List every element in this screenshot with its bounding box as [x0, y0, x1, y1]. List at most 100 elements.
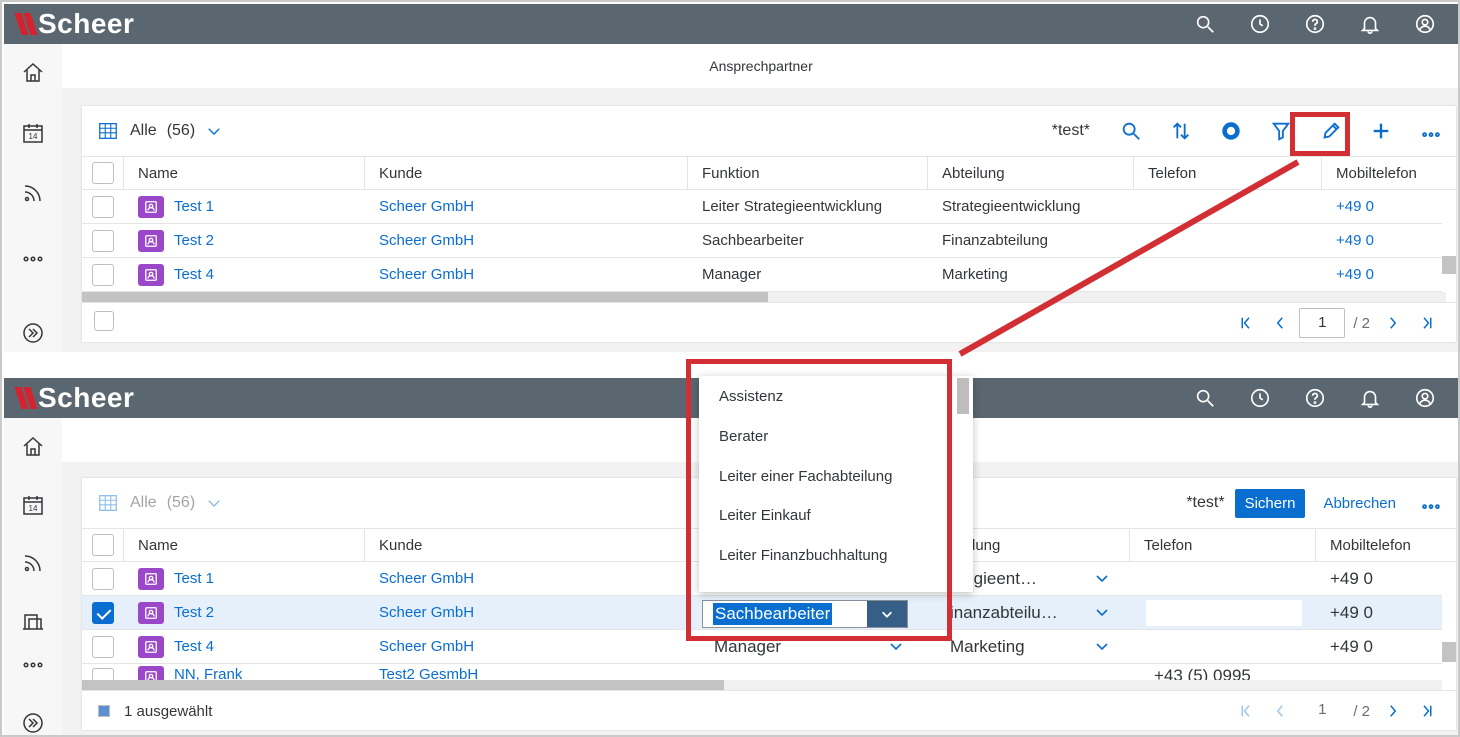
customer-link[interactable]: Scheer GmbH [379, 232, 474, 249]
mobile-link[interactable]: +49 0 [1336, 266, 1374, 283]
row-checkbox[interactable] [92, 229, 114, 252]
vertical-scrollbar[interactable] [1442, 190, 1456, 292]
row-checkbox[interactable] [92, 635, 114, 658]
next-page-button[interactable] [1378, 696, 1408, 726]
select-all-checkbox[interactable] [92, 534, 114, 556]
col-abteilung[interactable]: Abteilung [928, 157, 1134, 189]
chart-button[interactable] [1206, 106, 1256, 156]
chevron-down-icon[interactable] [1094, 604, 1110, 620]
contact-name-link[interactable]: Test 4 [174, 266, 214, 283]
contact-name-link[interactable]: Test 2 [174, 232, 214, 249]
user-icon[interactable] [1397, 378, 1452, 418]
customer-link[interactable]: Scheer GmbH [379, 638, 474, 655]
calendar-icon[interactable]: 14 [20, 492, 46, 518]
history-icon[interactable] [1232, 378, 1287, 418]
vertical-scroll-thumb[interactable] [1442, 642, 1456, 662]
first-page-button[interactable] [1231, 696, 1261, 726]
customer-link[interactable]: Scheer GmbH [379, 198, 474, 215]
row-checkbox[interactable] [92, 263, 114, 286]
bell-icon[interactable] [1342, 4, 1397, 44]
search-icon[interactable] [1177, 4, 1232, 44]
help-icon[interactable] [1287, 378, 1342, 418]
sort-button[interactable] [1156, 106, 1206, 156]
dropdown-option[interactable]: Leiter einer Fachabteilung [719, 468, 892, 485]
add-button[interactable] [1356, 106, 1406, 156]
cancel-button[interactable]: Abbrechen [1323, 495, 1396, 512]
row-checkbox[interactable] [92, 567, 114, 590]
col-kunde[interactable]: Kunde [365, 157, 688, 189]
home-icon[interactable] [20, 434, 46, 460]
contact-name-link[interactable]: Test 4 [174, 638, 214, 655]
last-page-button[interactable] [1412, 696, 1442, 726]
buildings-icon[interactable] [20, 608, 46, 634]
horizontal-scroll-thumb[interactable] [82, 292, 768, 302]
table-row[interactable]: Test 4 Scheer GmbH Manager Marketing +49… [82, 258, 1456, 292]
phone-input[interactable] [1146, 600, 1302, 626]
customer-link[interactable]: Scheer GmbH [379, 266, 474, 283]
col-name[interactable]: Name [124, 529, 365, 561]
edit-button[interactable] [1306, 106, 1356, 156]
horizontal-scrollbar[interactable] [82, 292, 1446, 302]
dropdown-option[interactable]: Berater [719, 428, 768, 445]
user-icon[interactable] [1397, 4, 1452, 44]
select-all-checkbox[interactable] [92, 162, 114, 184]
prev-page-button[interactable] [1265, 308, 1295, 338]
horizontal-scroll-thumb[interactable] [82, 680, 724, 690]
table-row[interactable]: Test 4 Scheer GmbH Manager Marketing +49… [82, 630, 1456, 664]
footer-select-checkbox[interactable] [94, 311, 114, 331]
col-name[interactable]: Name [124, 157, 365, 189]
contact-name-link[interactable]: NN, Frank [174, 666, 242, 680]
col-telefon[interactable]: Telefon [1130, 529, 1316, 561]
vertical-scroll-thumb[interactable] [1442, 256, 1456, 274]
last-page-button[interactable] [1412, 308, 1442, 338]
dropdown-option[interactable]: Leiter Finanzbuchhaltung [719, 547, 887, 564]
overflow-button[interactable] [1406, 106, 1456, 156]
contact-name-link[interactable]: Test 1 [174, 198, 214, 215]
contact-name-link[interactable]: Test 1 [174, 570, 214, 587]
dropdown-option[interactable]: Assistenz [719, 388, 783, 405]
table-row-selected[interactable]: Test 2 Scheer GmbH Sachbearbeiter inanza… [82, 596, 1456, 630]
customer-link[interactable]: Scheer GmbH [379, 604, 474, 621]
filter-button[interactable] [1256, 106, 1306, 156]
more-nav-icon[interactable] [20, 246, 46, 272]
search-button[interactable] [1106, 106, 1156, 156]
first-page-button[interactable] [1231, 308, 1261, 338]
expand-nav-icon[interactable] [20, 320, 46, 346]
chevron-down-icon[interactable] [1094, 638, 1110, 654]
footer-select-indicator[interactable] [98, 705, 110, 717]
col-telefon[interactable]: Telefon [1134, 157, 1322, 189]
horizontal-scrollbar[interactable] [82, 680, 1442, 690]
search-icon[interactable] [1177, 378, 1232, 418]
table-row[interactable]: Test 2 Scheer GmbH Sachbearbeiter Finanz… [82, 224, 1456, 258]
mobile-link[interactable]: +49 0 [1336, 198, 1374, 215]
dropdown-scroll-thumb[interactable] [957, 378, 969, 414]
feed-icon[interactable] [20, 550, 46, 576]
table-row[interactable]: Test 1 Scheer GmbH Leiter Strategieentwi… [82, 190, 1456, 224]
expand-nav-icon[interactable] [20, 710, 46, 735]
save-button[interactable]: Sichern [1234, 488, 1306, 518]
page-number-input[interactable]: 1 [1299, 308, 1346, 338]
col-mobil[interactable]: Mobiltelefon [1316, 529, 1456, 561]
home-icon[interactable] [20, 60, 46, 86]
combobox-open-button[interactable] [867, 601, 907, 627]
chevron-down-icon[interactable] [1094, 570, 1110, 586]
history-icon[interactable] [1232, 4, 1287, 44]
col-kunde[interactable]: Kunde [365, 529, 688, 561]
feed-icon[interactable] [20, 180, 46, 206]
calendar-icon[interactable]: 14 [20, 120, 46, 146]
prev-page-button[interactable] [1265, 696, 1295, 726]
chevron-down-icon[interactable] [888, 638, 904, 654]
customer-link[interactable]: Test2 GesmbH [379, 666, 478, 680]
view-selector[interactable]: Alle (56) [96, 120, 223, 142]
overflow-button[interactable] [1406, 478, 1456, 528]
row-checkbox[interactable] [92, 668, 114, 680]
vertical-scrollbar[interactable] [1442, 562, 1456, 690]
function-combobox-value[interactable]: Sachbearbeiter [713, 603, 833, 625]
dropdown-option[interactable]: Leiter Einkauf [719, 507, 811, 524]
table-row[interactable]: NN, Frank Test2 GesmbH +43 (5) 0995 [82, 664, 1456, 680]
col-funktion[interactable]: Funktion [688, 157, 928, 189]
help-icon[interactable] [1287, 4, 1342, 44]
bell-icon[interactable] [1342, 378, 1397, 418]
page-number-input[interactable]: 1 [1299, 696, 1346, 726]
customer-link[interactable]: Scheer GmbH [379, 570, 474, 587]
